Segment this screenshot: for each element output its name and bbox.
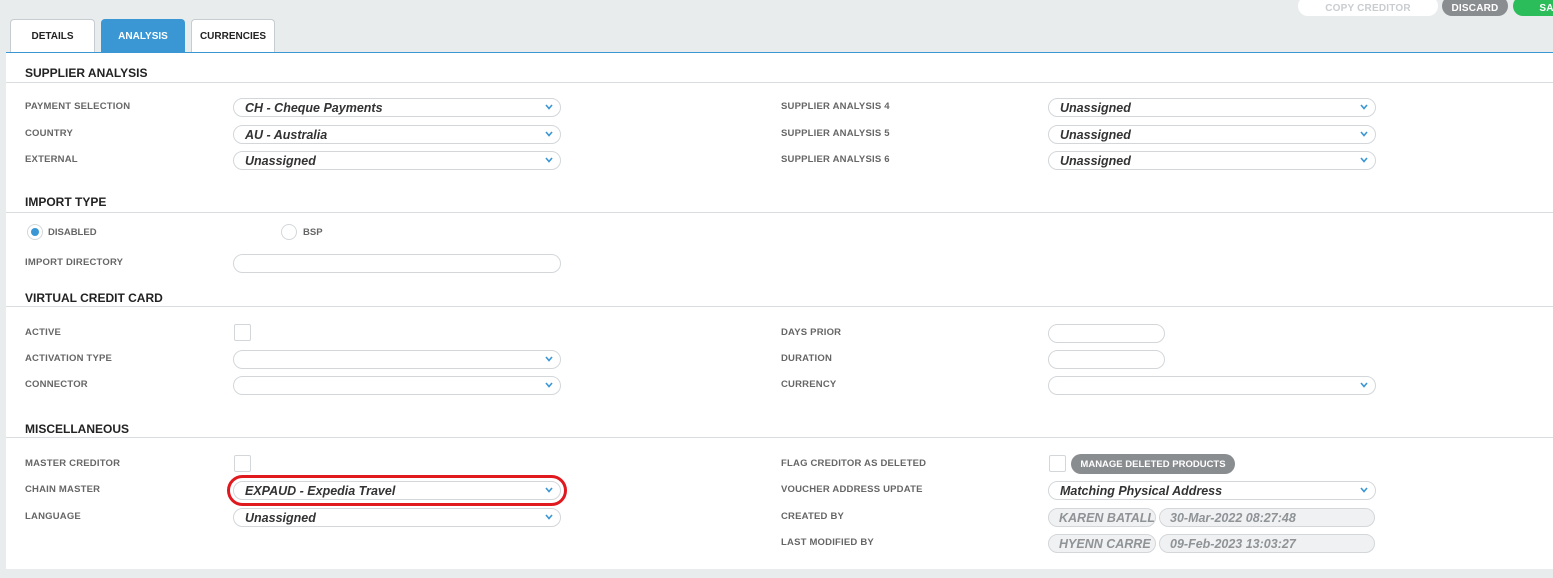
- chevron-down-icon: [1360, 104, 1368, 110]
- duration-input[interactable]: [1048, 350, 1165, 369]
- voucher-address-value: Matching Physical Address: [1060, 483, 1223, 498]
- chevron-down-icon: [1360, 382, 1368, 388]
- supplier-analysis-6-value: Unassigned: [1060, 153, 1131, 168]
- radio-disabled[interactable]: [27, 224, 43, 240]
- chevron-down-icon: [1360, 157, 1368, 163]
- supplier-analysis-4-label: SUPPLIER ANALYSIS 4: [781, 101, 890, 112]
- chain-master-value: EXPAUD - Expedia Travel: [245, 483, 396, 498]
- supplier-analysis-6-select[interactable]: Unassigned: [1048, 151, 1376, 170]
- master-creditor-label: MASTER CREDITOR: [25, 458, 121, 469]
- last-modified-by-date: 09-Feb-2023 13:03:27: [1159, 534, 1375, 553]
- supplier-analysis-5-label: SUPPLIER ANALYSIS 5: [781, 128, 890, 139]
- external-label: EXTERNAL: [25, 154, 78, 165]
- tab-details[interactable]: DETAILS: [10, 19, 95, 53]
- discard-button[interactable]: DISCARD: [1442, 0, 1508, 16]
- chevron-down-icon: [1360, 131, 1368, 137]
- language-value: Unassigned: [245, 510, 316, 525]
- chevron-down-icon: [545, 382, 553, 388]
- created-by-date: 30-Mar-2022 08:27:48: [1159, 508, 1375, 527]
- supplier-analysis-5-select[interactable]: Unassigned: [1048, 125, 1376, 144]
- days-prior-label: DAYS PRIOR: [781, 327, 842, 338]
- radio-bsp-label: BSP: [303, 227, 323, 238]
- chain-master-select[interactable]: EXPAUD - Expedia Travel: [227, 475, 567, 506]
- activation-type-select[interactable]: [233, 350, 561, 369]
- country-select[interactable]: AU - Australia: [233, 125, 561, 144]
- payment-selection-label: PAYMENT SELECTION: [25, 101, 131, 112]
- supplier-analysis-6-label: SUPPLIER ANALYSIS 6: [781, 154, 890, 165]
- import-directory-label: IMPORT DIRECTORY: [25, 257, 124, 268]
- payment-selection-select[interactable]: CH - Cheque Payments: [233, 98, 561, 117]
- radio-disabled-label: DISABLED: [48, 227, 97, 238]
- last-modified-by-label: LAST MODIFIED BY: [781, 537, 874, 548]
- currency-select[interactable]: [1048, 376, 1376, 395]
- country-label: COUNTRY: [25, 128, 74, 139]
- chevron-down-icon: [545, 487, 553, 493]
- chevron-down-icon: [545, 157, 553, 163]
- currency-label: CURRENCY: [781, 379, 837, 390]
- section-divider: [6, 437, 1553, 438]
- section-title-miscellaneous: MISCELLANEOUS: [25, 422, 130, 436]
- language-select[interactable]: Unassigned: [233, 508, 561, 527]
- created-by-label: CREATED BY: [781, 511, 845, 522]
- chevron-down-icon: [1360, 487, 1368, 493]
- analysis-panel: SUPPLIER ANALYSIS PAYMENT SELECTION CH -…: [6, 52, 1553, 569]
- connector-select[interactable]: [233, 376, 561, 395]
- chevron-down-icon: [545, 131, 553, 137]
- activation-type-label: ACTIVATION TYPE: [25, 353, 113, 364]
- section-title-virtual-credit-card: VIRTUAL CREDIT CARD: [25, 291, 163, 305]
- duration-label: DURATION: [781, 353, 833, 364]
- chain-master-label: CHAIN MASTER: [25, 484, 101, 495]
- flag-deleted-checkbox[interactable]: [1049, 455, 1066, 472]
- section-title-import-type: IMPORT TYPE: [25, 195, 107, 209]
- save-button[interactable]: SAVE: [1513, 0, 1553, 16]
- chevron-down-icon: [545, 356, 553, 362]
- section-title-supplier-analysis: SUPPLIER ANALYSIS: [25, 66, 148, 80]
- external-select[interactable]: Unassigned: [233, 151, 561, 170]
- section-divider: [6, 212, 1553, 213]
- language-label: LANGUAGE: [25, 511, 81, 522]
- created-by-user: KAREN BATALL: [1048, 508, 1156, 527]
- tab-currencies[interactable]: CURRENCIES: [191, 19, 275, 53]
- import-directory-input[interactable]: [233, 254, 561, 273]
- tab-analysis[interactable]: ANALYSIS: [101, 19, 185, 53]
- manage-deleted-products-button[interactable]: MANAGE DELETED PRODUCTS: [1071, 454, 1235, 474]
- voucher-address-label: VOUCHER ADDRESS UPDATE: [781, 484, 923, 495]
- supplier-analysis-5-value: Unassigned: [1060, 127, 1131, 142]
- connector-label: CONNECTOR: [25, 379, 88, 390]
- chevron-down-icon: [545, 514, 553, 520]
- section-divider: [6, 306, 1553, 307]
- supplier-analysis-4-select[interactable]: Unassigned: [1048, 98, 1376, 117]
- days-prior-input[interactable]: [1048, 324, 1165, 343]
- copy-creditor-button[interactable]: COPY CREDITOR: [1298, 0, 1438, 16]
- active-label: ACTIVE: [25, 327, 62, 338]
- voucher-address-select[interactable]: Matching Physical Address: [1048, 481, 1376, 500]
- country-value: AU - Australia: [245, 127, 328, 142]
- payment-selection-value: CH - Cheque Payments: [245, 100, 383, 115]
- flag-deleted-label: FLAG CREDITOR AS DELETED: [781, 458, 927, 469]
- supplier-analysis-4-value: Unassigned: [1060, 100, 1131, 115]
- chevron-down-icon: [545, 104, 553, 110]
- last-modified-by-user: HYENN CARRE: [1048, 534, 1156, 553]
- external-value: Unassigned: [245, 153, 316, 168]
- master-creditor-checkbox[interactable]: [234, 455, 251, 472]
- active-checkbox[interactable]: [234, 324, 251, 341]
- radio-bsp[interactable]: [281, 224, 297, 240]
- section-divider: [6, 82, 1553, 83]
